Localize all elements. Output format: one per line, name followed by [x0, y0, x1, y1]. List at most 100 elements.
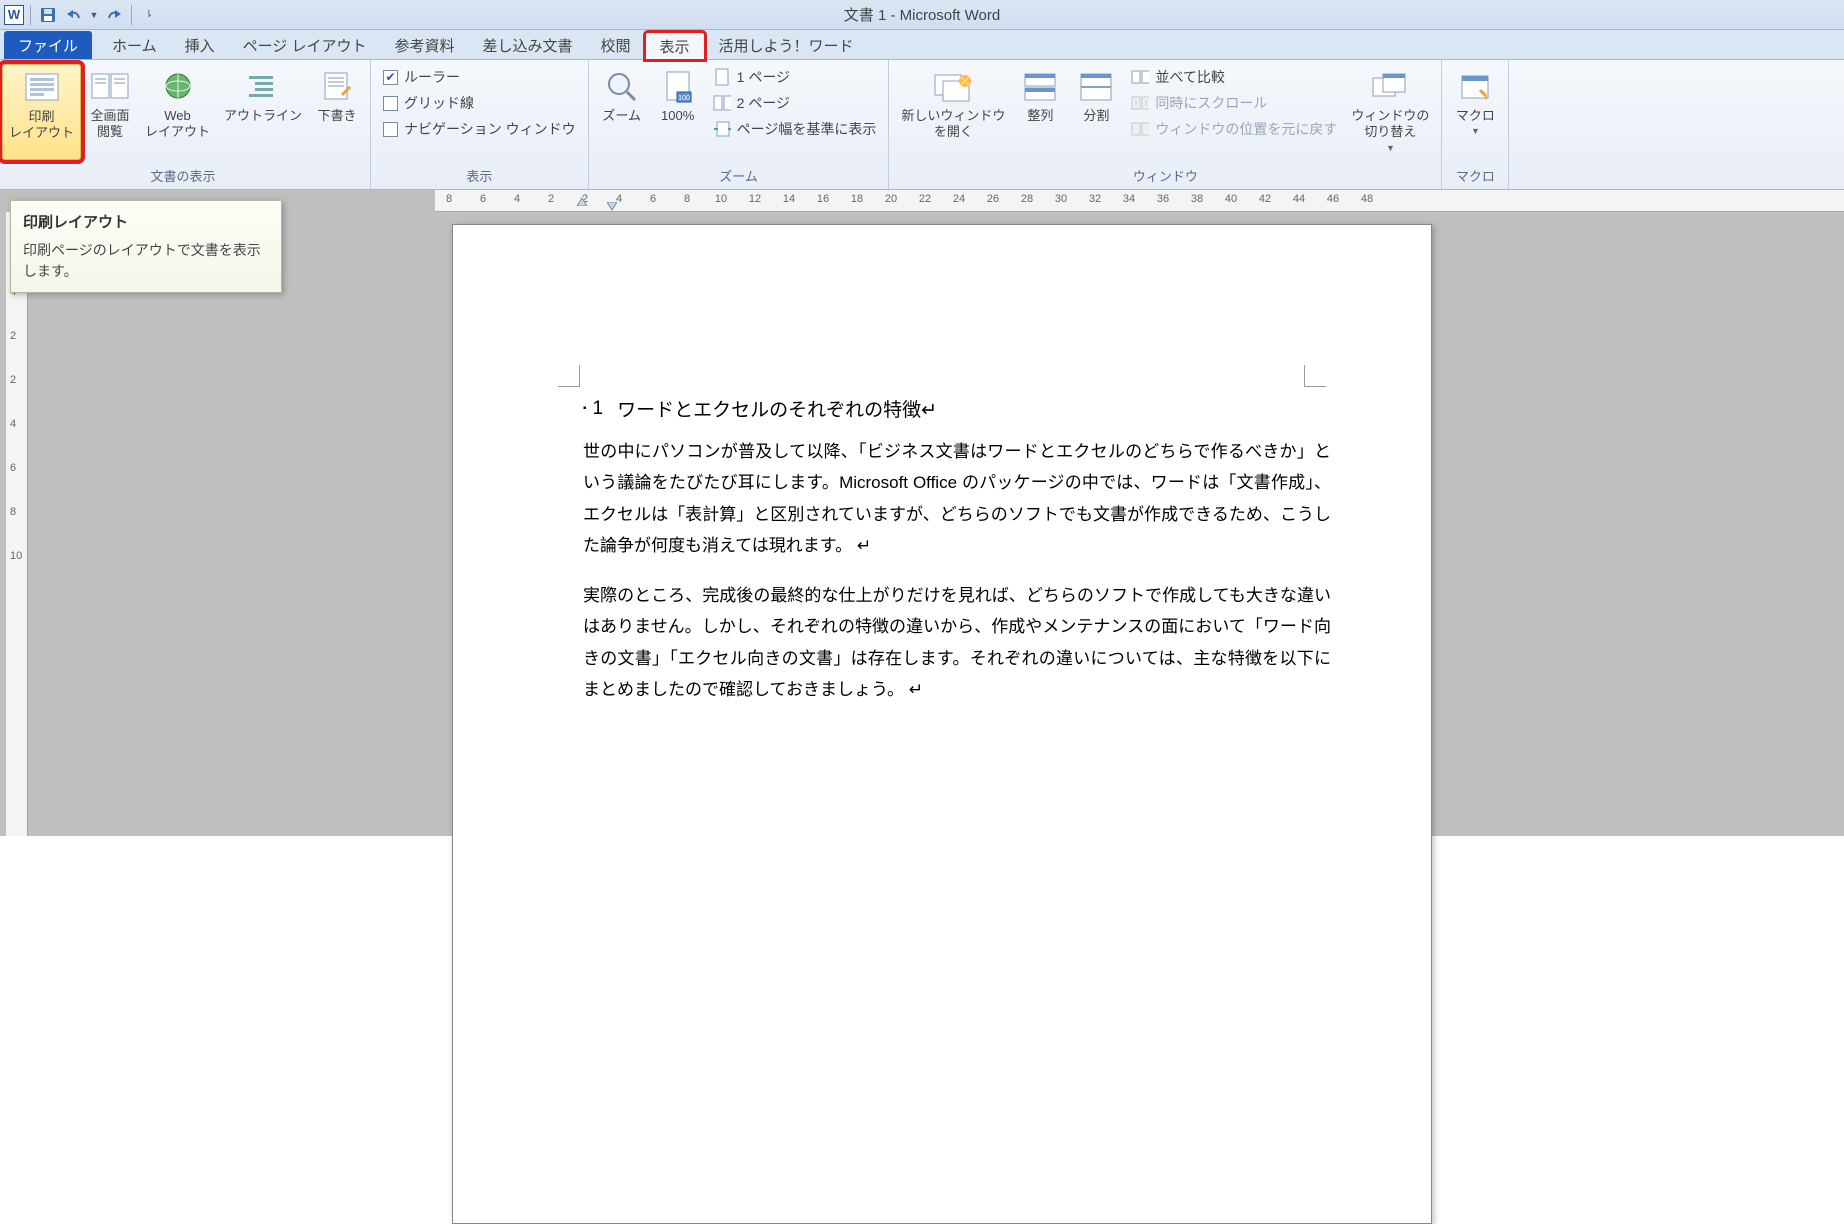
- title-bar: W ▼ ⇂ 文書 1 - Microsoft Word: [0, 0, 1844, 30]
- tab-insert[interactable]: 挿入: [171, 31, 229, 59]
- word-app-icon[interactable]: W: [4, 5, 24, 25]
- ruler-tick: 18: [851, 193, 863, 205]
- outline-button[interactable]: アウトライン: [218, 64, 308, 160]
- tab-file[interactable]: ファイル: [4, 31, 92, 59]
- ruler-tick: 16: [817, 193, 829, 205]
- qat-customize-icon[interactable]: ⇂: [138, 4, 160, 26]
- zoom-button[interactable]: ズーム: [595, 64, 649, 160]
- ruler-tick: 2: [10, 330, 16, 342]
- ribbon: 印刷 レイアウト 全画面 閲覧 Web レイアウト アウトライン 下書き 文書の…: [0, 60, 1844, 190]
- checkbox-icon: [383, 122, 398, 137]
- page-width-button[interactable]: ページ幅を基準に表示: [707, 116, 883, 142]
- navigation-pane-checkbox[interactable]: ナビゲーション ウィンドウ: [377, 116, 582, 142]
- ruler-checkbox[interactable]: ✔ルーラー: [377, 64, 466, 90]
- group-label-macros: マクロ: [1448, 164, 1502, 187]
- checkbox-icon: [383, 96, 398, 111]
- two-pages-button[interactable]: 2 ページ: [707, 90, 883, 116]
- heading-number: 1: [583, 395, 603, 422]
- ruler-tick: 6: [480, 193, 486, 205]
- group-label-window: ウィンドウ: [895, 164, 1435, 187]
- tab-review[interactable]: 校閲: [587, 31, 645, 59]
- one-page-button[interactable]: 1 ページ: [707, 64, 883, 90]
- tab-mailings[interactable]: 差し込み文書: [468, 31, 586, 59]
- ruler-tick: 26: [987, 193, 999, 205]
- ruler-tick: 30: [1055, 193, 1067, 205]
- redo-icon[interactable]: [103, 4, 125, 26]
- sync-scroll-icon: [1131, 95, 1149, 111]
- tooltip: 印刷レイアウト 印刷ページのレイアウトで文書を表示します。: [10, 200, 282, 293]
- print-layout-button[interactable]: 印刷 レイアウト: [2, 64, 81, 160]
- ruler-tick: 6: [10, 462, 16, 474]
- first-line-indent-icon[interactable]: [577, 196, 587, 206]
- macros-button[interactable]: マクロ ▼: [1448, 64, 1502, 160]
- web-layout-icon: [158, 68, 198, 106]
- ruler-tick: 4: [10, 418, 16, 430]
- page-width-icon: [713, 121, 731, 137]
- ribbon-tabs: ファイル ホーム 挿入 ページ レイアウト 参考資料 差し込み文書 校閲 表示 …: [0, 30, 1844, 60]
- split-button[interactable]: 分割: [1069, 64, 1123, 160]
- arrange-all-button[interactable]: 整列: [1013, 64, 1067, 160]
- undo-dropdown-icon[interactable]: ▼: [89, 4, 99, 26]
- tooltip-body: 印刷ページのレイアウトで文書を表示します。: [23, 240, 269, 282]
- group-label-show: 表示: [377, 164, 582, 187]
- tab-home[interactable]: ホーム: [98, 31, 171, 59]
- ruler-tick: 2: [548, 193, 554, 205]
- document-body[interactable]: 1 ワードとエクセルのそれぞれの特徴↵ 世の中にパソコンが普及して以降、「ビジネ…: [583, 395, 1331, 724]
- tooltip-title: 印刷レイアウト: [23, 211, 269, 232]
- split-icon: [1076, 68, 1116, 106]
- save-icon[interactable]: [37, 4, 59, 26]
- ruler-tick: 22: [919, 193, 931, 205]
- gridlines-checkbox[interactable]: グリッド線: [377, 90, 480, 116]
- new-window-icon: [933, 68, 973, 106]
- sync-scroll-button: 同時にスクロール: [1125, 90, 1343, 116]
- ruler-tick: 14: [783, 193, 795, 205]
- ruler-tick: 42: [1259, 193, 1271, 205]
- reset-pos-icon: [1131, 121, 1149, 137]
- group-macros: マクロ ▼ マクロ: [1442, 60, 1509, 189]
- ruler-tick: 24: [953, 193, 965, 205]
- paragraph-2: 実際のところ、完成後の最終的な仕上がりだけを見れば、どちらのソフトで作成しても大…: [583, 580, 1331, 706]
- two-pages-icon: [713, 95, 731, 111]
- ruler-tick: 32: [1089, 193, 1101, 205]
- outline-icon: [243, 68, 283, 106]
- new-window-button[interactable]: 新しいウィンドウ を開く: [895, 64, 1011, 160]
- ruler-tick: 12: [749, 193, 761, 205]
- chevron-down-icon: ▼: [1471, 126, 1480, 136]
- ruler-tick: 44: [1293, 193, 1305, 205]
- full-screen-reading-button[interactable]: 全画面 閲覧: [83, 64, 137, 160]
- crop-mark: [1304, 365, 1326, 387]
- arrange-icon: [1020, 68, 1060, 106]
- tab-view[interactable]: 表示: [645, 32, 705, 60]
- draft-icon: [317, 68, 357, 106]
- reset-window-position-button: ウィンドウの位置を元に戻す: [1125, 116, 1343, 142]
- vertical-ruler[interactable]: 42246810: [6, 212, 28, 836]
- one-page-icon: [713, 69, 731, 85]
- document-page[interactable]: 1 ワードとエクセルのそれぞれの特徴↵ 世の中にパソコンが普及して以降、「ビジネ…: [452, 224, 1432, 1224]
- tab-references[interactable]: 参考資料: [380, 31, 468, 59]
- ruler-tick: 48: [1361, 193, 1373, 205]
- paragraph-1: 世の中にパソコンが普及して以降、「ビジネス文書はワードとエクセルのどちらで作るべ…: [583, 436, 1331, 562]
- switch-windows-button[interactable]: ウィンドウの 切り替え ▼: [1345, 64, 1435, 160]
- horizontal-ruler[interactable]: 8642246810121416182022242628303234363840…: [435, 190, 1844, 212]
- group-show: ✔ルーラー グリッド線 ナビゲーション ウィンドウ 表示: [371, 60, 589, 189]
- crop-mark: [558, 365, 580, 387]
- ruler-tick: 8: [446, 193, 452, 205]
- ruler-tick: 28: [1021, 193, 1033, 205]
- ruler-tick: 20: [885, 193, 897, 205]
- ruler-tick: 34: [1123, 193, 1135, 205]
- print-layout-icon: [22, 69, 62, 107]
- zoom-100-button[interactable]: 100 100%: [651, 64, 705, 160]
- view-side-by-side-button[interactable]: 並べて比較: [1125, 64, 1343, 90]
- draft-button[interactable]: 下書き: [310, 64, 364, 160]
- page-100-icon: 100: [658, 68, 698, 106]
- tab-page-layout[interactable]: ページ レイアウト: [229, 31, 381, 59]
- web-layout-button[interactable]: Web レイアウト: [139, 64, 216, 160]
- group-document-views: 印刷 レイアウト 全画面 閲覧 Web レイアウト アウトライン 下書き 文書の…: [0, 60, 371, 189]
- tab-extra[interactable]: 活用しよう！ワード: [705, 31, 868, 59]
- chevron-down-icon: ▼: [1386, 143, 1395, 153]
- ruler-tick: 10: [10, 550, 22, 562]
- svg-text:100: 100: [678, 95, 690, 102]
- hanging-indent-icon[interactable]: [607, 202, 617, 212]
- undo-icon[interactable]: [63, 4, 85, 26]
- ruler-tick: 8: [684, 193, 690, 205]
